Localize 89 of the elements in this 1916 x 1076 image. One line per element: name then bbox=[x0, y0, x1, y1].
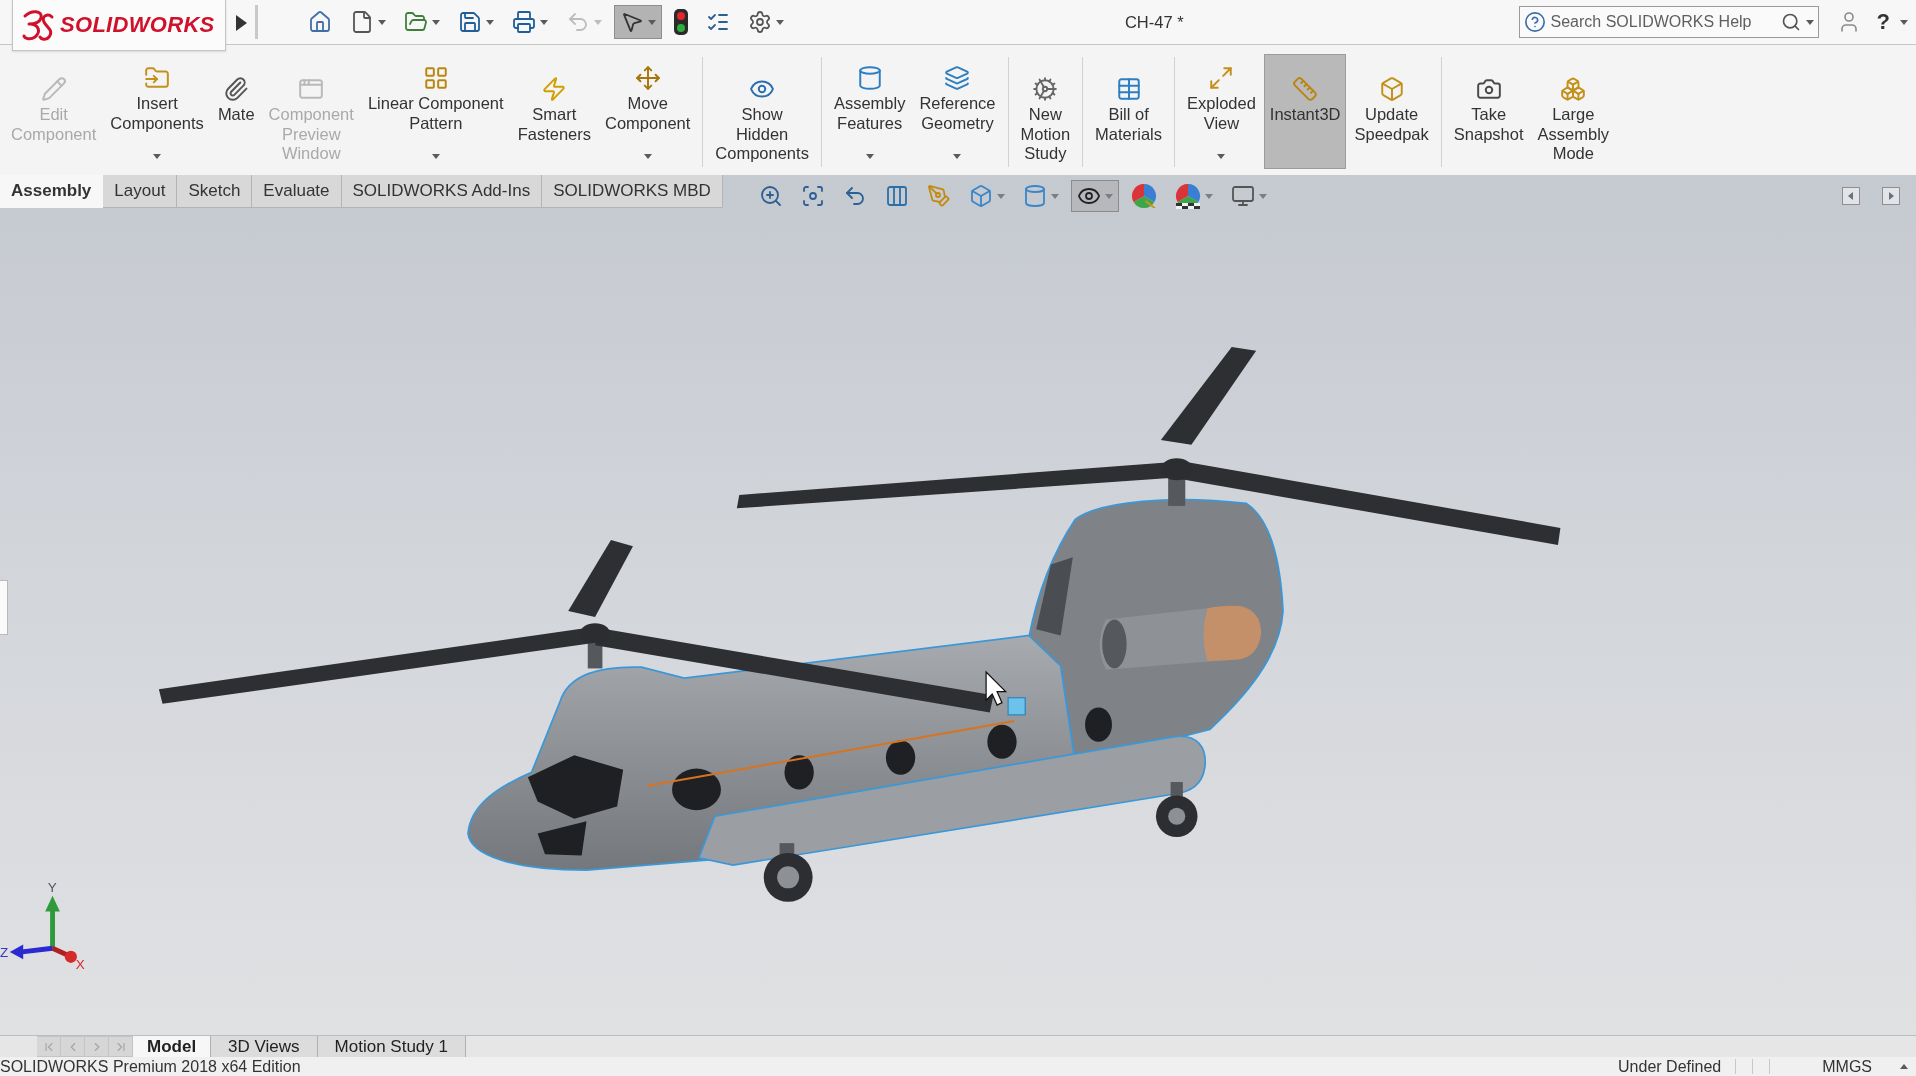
mouse-cursor-icon bbox=[985, 670, 1008, 706]
caret-icon[interactable] bbox=[540, 19, 548, 25]
axis-label: Z bbox=[0, 944, 9, 960]
caret-icon[interactable] bbox=[1217, 154, 1226, 159]
columns-icon[interactable] bbox=[884, 184, 909, 208]
caret-icon[interactable] bbox=[1900, 19, 1908, 25]
settings-icon[interactable] bbox=[748, 10, 772, 34]
ribbon-button[interactable]: Linear Component Pattern bbox=[361, 54, 510, 169]
edition-text: SOLIDWORKS Premium 2018 x64 Edition bbox=[0, 1057, 301, 1076]
caret-icon[interactable] bbox=[432, 19, 440, 25]
sheet-tab[interactable]: 3D Views bbox=[211, 1036, 318, 1057]
lightning-icon bbox=[541, 76, 568, 102]
tab[interactable]: Sketch bbox=[177, 175, 253, 208]
axis-triad-icon bbox=[9, 895, 77, 963]
expand-arrows-icon bbox=[1208, 65, 1235, 91]
tab[interactable]: Assembly bbox=[0, 175, 104, 208]
pointer-icon[interactable] bbox=[620, 10, 644, 34]
logo-text: SOLIDWORKS bbox=[60, 12, 215, 38]
paperclip-icon bbox=[223, 76, 250, 102]
search-icon[interactable] bbox=[1780, 12, 1801, 32]
table-icon bbox=[1115, 76, 1142, 102]
traffic-light-icon[interactable] bbox=[674, 9, 688, 35]
cylinder-icon bbox=[856, 65, 883, 91]
ribbon-button[interactable]: Insert Components bbox=[104, 54, 210, 169]
caret-icon[interactable] bbox=[953, 154, 962, 159]
document-title: CH-47 * bbox=[1123, 12, 1185, 33]
ribbon-button[interactable]: Update Speedpak bbox=[1348, 54, 1435, 169]
ds-logo-icon bbox=[21, 8, 55, 42]
tab[interactable]: SOLIDWORKS MBD bbox=[542, 175, 723, 208]
caret-icon[interactable] bbox=[1805, 19, 1814, 25]
cube-icon bbox=[1378, 76, 1405, 102]
camera-icon bbox=[1475, 76, 1502, 102]
axis-label: Y bbox=[47, 880, 57, 896]
side-panel-handle[interactable] bbox=[0, 580, 8, 635]
caret-icon[interactable] bbox=[643, 154, 652, 159]
sheet-tab[interactable]: Motion Study 1 bbox=[317, 1036, 466, 1057]
focus-icon[interactable] bbox=[800, 184, 825, 208]
search-input[interactable]: Search SOLIDWORKS Help bbox=[1550, 11, 1776, 33]
document-icon[interactable] bbox=[350, 10, 374, 34]
ribbon-button[interactable]: Exploded View bbox=[1181, 54, 1262, 169]
right-triangle-icon[interactable] bbox=[236, 15, 247, 31]
sheet-tab[interactable]: Model bbox=[133, 1036, 212, 1057]
ruler-icon bbox=[1292, 76, 1319, 102]
monitor-icon[interactable] bbox=[1230, 184, 1255, 208]
tab[interactable]: Evaluate bbox=[252, 175, 342, 208]
scene-ball-icon[interactable] bbox=[1174, 183, 1201, 209]
search-field[interactable]: Search SOLIDWORKS Help bbox=[1518, 6, 1819, 38]
boxes-icon bbox=[1560, 76, 1587, 102]
ribbon-button[interactable]: New Motion Study bbox=[1014, 54, 1077, 169]
pencil-icon bbox=[40, 76, 67, 102]
ribbon-button[interactable]: Bill of Materials bbox=[1089, 54, 1169, 169]
gear-icon bbox=[1032, 76, 1059, 102]
tab[interactable]: Layout bbox=[103, 175, 178, 208]
help-button[interactable]: ? bbox=[1874, 9, 1892, 35]
zoom-in-icon[interactable] bbox=[758, 184, 783, 208]
ribbon-button[interactable]: Assembly Features bbox=[827, 54, 912, 169]
ribbon-button[interactable]: Reference Geometry bbox=[913, 54, 1002, 169]
ribbon-button[interactable]: Show Hidden Components bbox=[709, 54, 815, 169]
caret-icon[interactable] bbox=[486, 19, 494, 25]
axis-label: X bbox=[75, 957, 85, 972]
select-button[interactable] bbox=[614, 5, 662, 39]
ribbon-button[interactable]: Instant3D bbox=[1263, 54, 1347, 169]
ribbon-button[interactable]: Mate bbox=[211, 54, 261, 169]
help-circle-icon[interactable] bbox=[1523, 11, 1546, 33]
move-arrows-icon bbox=[634, 65, 661, 91]
caret-icon[interactable] bbox=[431, 154, 440, 159]
view-tool-button[interactable] bbox=[1070, 180, 1119, 212]
caret-icon[interactable] bbox=[865, 154, 874, 159]
home-icon[interactable] bbox=[308, 10, 332, 34]
planes-icon bbox=[944, 65, 971, 91]
units-text: MMGS bbox=[1821, 1057, 1873, 1076]
ribbon-button[interactable]: Large Assembly Mode bbox=[1531, 54, 1616, 169]
caret-icon[interactable] bbox=[1900, 1064, 1908, 1069]
printer-icon[interactable] bbox=[512, 10, 536, 34]
caret-icon[interactable] bbox=[153, 154, 162, 159]
folder-icon[interactable] bbox=[404, 10, 428, 34]
folder-icon bbox=[144, 65, 171, 91]
tab[interactable]: SOLIDWORKS Add-Ins bbox=[341, 175, 543, 208]
caret-icon[interactable] bbox=[378, 19, 386, 25]
ribbon-button[interactable]: Move Component bbox=[599, 54, 697, 169]
caret-icon[interactable] bbox=[648, 19, 656, 25]
caret-icon[interactable] bbox=[776, 19, 784, 25]
save-icon[interactable] bbox=[458, 10, 482, 34]
ribbon-button[interactable]: Smart Fasteners bbox=[511, 54, 597, 169]
grid-icon bbox=[422, 65, 449, 91]
ribbon-button[interactable]: Take Snapshot bbox=[1447, 54, 1530, 169]
window-icon bbox=[298, 76, 325, 102]
status-text: Under Defined bbox=[1617, 1057, 1723, 1076]
color-ball-icon[interactable] bbox=[1130, 183, 1157, 209]
